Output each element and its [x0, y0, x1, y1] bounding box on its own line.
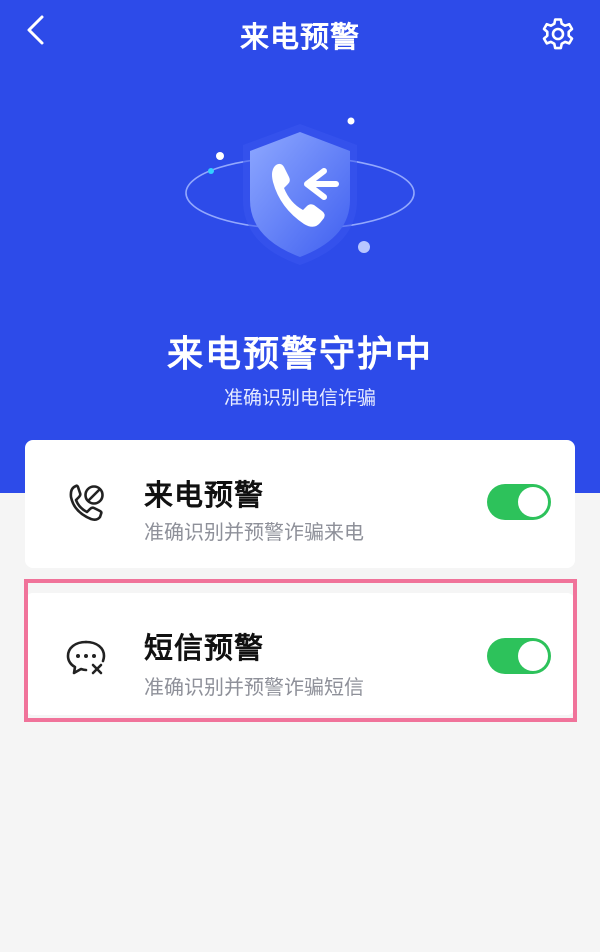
- page: 来电预警 来电预警守护中 准确识别电信诈骗 来电预警 准确识别并预警诈骗来电 短…: [0, 0, 600, 952]
- protection-status-subtitle: 准确识别电信诈骗: [223, 387, 376, 409]
- toggle-knob: [518, 487, 548, 517]
- phone-block-icon: [69, 484, 104, 521]
- highlight-box: [24, 579, 577, 722]
- hero-banner: 来电预警 来电预警守护中 准确识别电信诈骗: [0, 0, 600, 493]
- protection-status-title: 来电预警守护中: [166, 334, 433, 375]
- page-title: 来电预警: [239, 20, 360, 54]
- call-alert-title: 来电预警: [144, 478, 265, 512]
- call-alert-toggle[interactable]: [487, 484, 551, 520]
- call-alert-description: 准确识别并预警诈骗来电: [144, 520, 364, 544]
- shield-incoming-call-icon: [185, 117, 415, 265]
- gear-icon: [542, 18, 574, 50]
- settings-button[interactable]: [538, 14, 578, 54]
- call-alert-card: 来电预警 准确识别并预警诈骗来电: [25, 440, 575, 568]
